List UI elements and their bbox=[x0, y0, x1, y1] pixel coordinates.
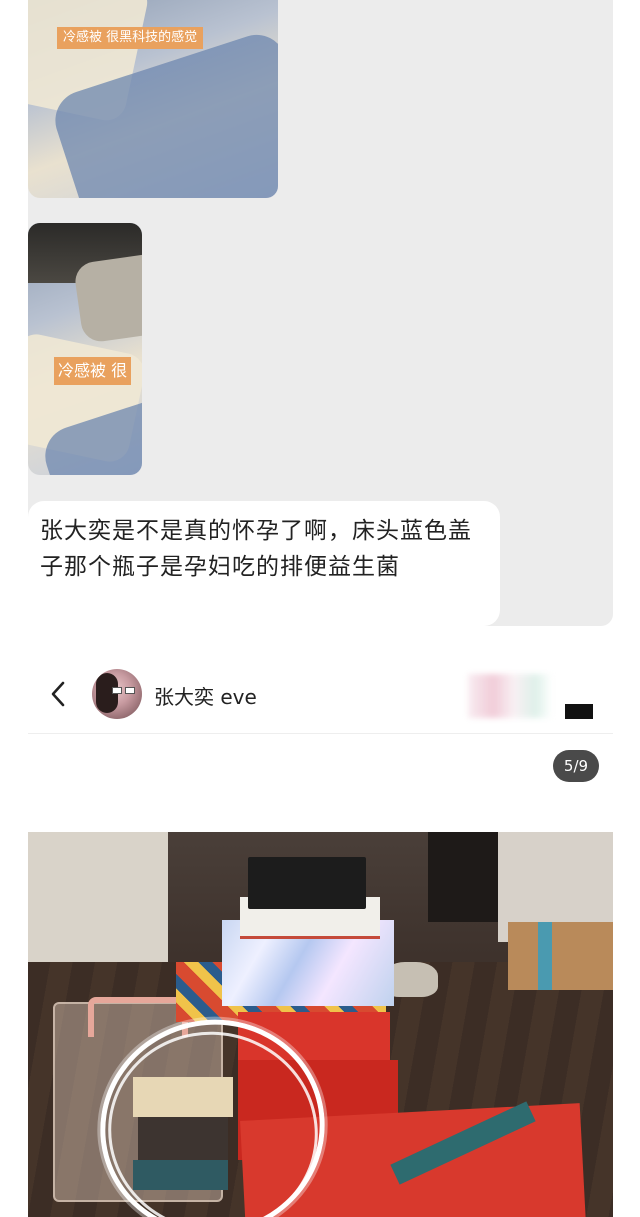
post-image[interactable] bbox=[28, 832, 613, 1217]
chat-photo-1[interactable]: 冷感被 很黑科技的感觉 bbox=[28, 0, 278, 198]
divider bbox=[28, 733, 613, 734]
avatar[interactable] bbox=[92, 669, 142, 719]
chat-message-bubble[interactable]: 张大奕是不是真的怀孕了啊，床头蓝色盖子那个瓶子是孕妇吃的排便益生菌 bbox=[28, 501, 500, 626]
blurred-follow-button[interactable] bbox=[468, 674, 552, 718]
redaction-block bbox=[565, 704, 593, 719]
chevron-left-icon bbox=[51, 681, 65, 707]
page-indicator: 5/9 bbox=[553, 750, 599, 782]
pillow bbox=[72, 252, 142, 344]
chat-screenshot: 冷感被 很黑科技的感觉 冷感被 很 张大奕是不是真的怀孕了啊，床头蓝色盖子那个瓶… bbox=[0, 0, 640, 640]
chat-photo-2[interactable]: 冷感被 很 bbox=[28, 223, 142, 475]
photo-caption: 冷感被 很黑科技的感觉 bbox=[57, 27, 204, 49]
gift-box-black bbox=[248, 857, 366, 909]
username[interactable]: 张大奕 eve bbox=[154, 681, 257, 710]
chat-message-text: 张大奕是不是真的怀孕了啊，床头蓝色盖子那个瓶子是孕妇吃的排便益生菌 bbox=[40, 518, 472, 580]
cardboard-box bbox=[508, 922, 613, 990]
back-button[interactable] bbox=[44, 676, 72, 712]
photo-caption: 冷感被 很 bbox=[54, 357, 132, 385]
post-header: 张大奕 eve bbox=[0, 654, 640, 734]
